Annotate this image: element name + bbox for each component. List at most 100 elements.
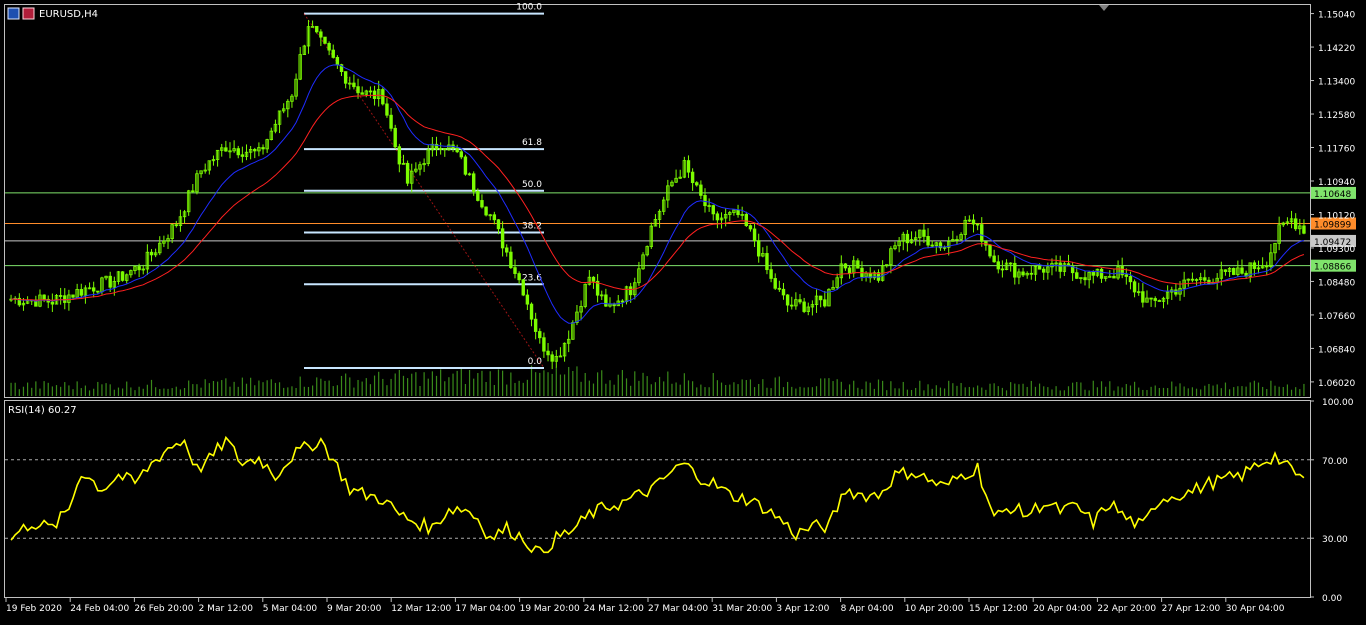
price-tick-label: 1.14220 (1318, 44, 1355, 54)
symbol-label: EURUSD,H4 (39, 9, 98, 20)
price-tick-label: 1.13400 (1318, 78, 1355, 88)
candle-body (356, 86, 360, 94)
candle-body (120, 271, 125, 281)
time-tick-label: 3 Apr 12:00 (776, 604, 829, 614)
candle-body (484, 206, 488, 216)
candle-body (517, 273, 521, 281)
candle-body (1021, 271, 1025, 276)
candle-body (1091, 271, 1095, 276)
candle-body (455, 147, 459, 153)
candle-body (327, 43, 331, 51)
time-tick-label: 8 Apr 04:00 (841, 604, 894, 614)
price-tick-label: 1.15040 (1318, 11, 1355, 21)
price-tick-label: 1.06020 (1318, 379, 1355, 389)
candle-body (756, 240, 761, 257)
candle-body (372, 90, 377, 99)
candle-body (1058, 262, 1062, 272)
candle-body (798, 299, 802, 303)
candle-body (1013, 262, 1017, 278)
candle-body (360, 92, 364, 95)
candle-body (1042, 268, 1046, 273)
candle-body (319, 31, 323, 38)
candle-body (926, 236, 930, 246)
candle-body (509, 251, 513, 269)
candle-body (1203, 277, 1207, 281)
candle-body (628, 286, 633, 296)
fib-level-label: 61.8 (522, 138, 542, 148)
time-tick-label: 26 Feb 20:00 (134, 604, 193, 614)
candle-body (975, 223, 980, 226)
price-tick-label: 1.06840 (1318, 345, 1355, 355)
time-tick-label: 24 Mar 12:00 (584, 604, 644, 614)
time-tick-label: 30 Apr 04:00 (1226, 604, 1285, 614)
candle-body (42, 294, 46, 300)
time-tick-label: 17 Mar 04:00 (455, 604, 515, 614)
candle-body (781, 288, 786, 296)
time-tick-label: 2 Mar 12:00 (199, 604, 254, 614)
candle-body (847, 267, 852, 274)
candle-body (856, 260, 860, 269)
candle-body (690, 171, 695, 184)
candle-body (752, 228, 757, 242)
candle-body (149, 251, 154, 256)
candle-body (1174, 289, 1178, 295)
candle-body (79, 288, 83, 296)
candle-body (525, 294, 530, 305)
time-tick-label: 19 Feb 2020 (6, 604, 62, 614)
price-tick-label: 1.10940 (1318, 178, 1355, 188)
candle-body (550, 354, 554, 362)
candle-body (699, 184, 703, 196)
fib-level-label: 50.0 (522, 180, 542, 190)
candle-body (542, 337, 546, 352)
time-tick-label: 12 Mar 12:00 (391, 604, 451, 614)
candle-body (480, 200, 484, 208)
candle-body (1207, 279, 1211, 285)
candle-body (736, 209, 740, 216)
chart-canvas[interactable]: 1.106481.098991.094721.08866 100.061.850… (0, 0, 1366, 621)
candle-body (1153, 298, 1157, 301)
candle-body (50, 301, 55, 305)
chart-window[interactable]: 1.10648 1.09899 1.09472 1.08866 100.0 61.8 50… (0, 0, 1366, 621)
rsi-tick-label: 30.00 (1322, 535, 1348, 545)
candle-body (1141, 291, 1145, 303)
time-tick-label: 27 Apr 12:00 (1162, 604, 1221, 614)
candle-body (71, 294, 75, 298)
candle-body (368, 90, 373, 93)
hline-price-label-resistance: 1.10648 (1314, 190, 1351, 200)
candle-body (790, 304, 794, 307)
candle-body (711, 205, 715, 215)
candle-body (471, 173, 476, 192)
rsi-tick-label: 100.00 (1322, 398, 1354, 408)
candle-body (992, 255, 996, 263)
candle-body (1083, 277, 1087, 281)
candle-body (1149, 297, 1153, 300)
candle-body (261, 147, 265, 150)
candle-body (1190, 278, 1195, 281)
candle-body (1302, 225, 1306, 234)
candle-body (686, 160, 691, 173)
candle-body (1124, 274, 1129, 277)
candle-body (521, 279, 525, 296)
candle-body (765, 253, 769, 271)
hline-price-label-support: 1.08866 (1314, 263, 1351, 273)
candle-body (496, 219, 501, 230)
candle-body (1265, 265, 1269, 268)
candle-body (443, 148, 447, 151)
candle-body (381, 89, 385, 105)
candle-body (459, 151, 463, 158)
candle-body (802, 301, 806, 312)
candle-body (236, 148, 240, 156)
candle-body (505, 247, 509, 253)
candle-body (1132, 281, 1137, 293)
price-tick-label: 1.07660 (1318, 312, 1355, 322)
fib-level-label: 100.0 (516, 3, 542, 13)
candle-body (253, 149, 257, 152)
rsi-label: RSI(14) 60.27 (8, 405, 77, 416)
candle-body (323, 36, 327, 44)
candle-body (529, 303, 534, 320)
candle-body (389, 114, 393, 129)
candle-body (1112, 275, 1116, 279)
candle-body (91, 287, 96, 292)
chart-background (0, 0, 1366, 621)
candle-body (1240, 267, 1244, 274)
